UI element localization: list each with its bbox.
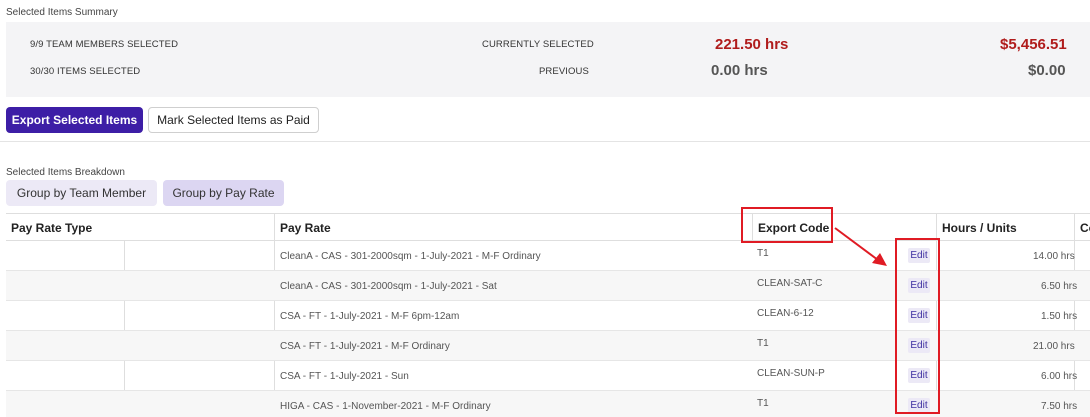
annotation-arrow-icon — [834, 227, 887, 266]
